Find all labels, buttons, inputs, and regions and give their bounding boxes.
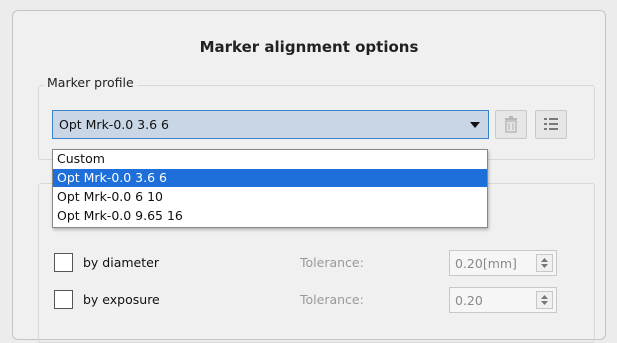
dialog-title: Marker alignment options [199,38,419,56]
exposure-tolerance-label: Tolerance: [300,292,364,307]
dropdown-option-custom[interactable]: Custom [53,150,487,168]
dropdown-option[interactable]: Opt Mrk-0.0 6 10 [53,188,487,206]
marker-profile-label: Marker profile [44,75,137,90]
diameter-tolerance-label: Tolerance: [300,255,364,270]
trash-icon [505,116,517,133]
dropdown-option[interactable]: Opt Mrk-0.0 9.65 16 [53,207,487,225]
list-icon [544,118,558,130]
exposure-tolerance-spinbox[interactable]: 0.20 [449,287,557,313]
spin-arrows-icon[interactable] [536,254,553,272]
delete-profile-button[interactable] [495,110,527,139]
exposure-tolerance-value: 0.20 [455,293,483,308]
by-exposure-checkbox[interactable] [54,290,73,309]
marker-profile-dropdown[interactable]: Custom Opt Mrk-0.0 3.6 6 Opt Mrk-0.0 6 1… [52,149,488,228]
by-diameter-label: by diameter [83,255,159,270]
diameter-tolerance-spinbox[interactable]: 0.20[mm] [449,250,557,276]
combo-selected-value: Opt Mrk-0.0 3.6 6 [59,117,169,132]
profile-list-button[interactable] [535,110,567,139]
spin-arrows-icon[interactable] [536,291,553,309]
by-exposure-label: by exposure [83,292,160,307]
dropdown-option-selected[interactable]: Opt Mrk-0.0 3.6 6 [53,169,487,187]
marker-profile-combo[interactable]: Opt Mrk-0.0 3.6 6 [52,110,489,139]
diameter-tolerance-value: 0.20[mm] [455,256,517,271]
alignment-row-exposure: by exposure Tolerance: 0.20 [0,287,617,313]
chevron-down-icon[interactable] [470,122,480,128]
alignment-row-diameter: by diameter Tolerance: 0.20[mm] [0,250,617,276]
by-diameter-checkbox[interactable] [54,253,73,272]
